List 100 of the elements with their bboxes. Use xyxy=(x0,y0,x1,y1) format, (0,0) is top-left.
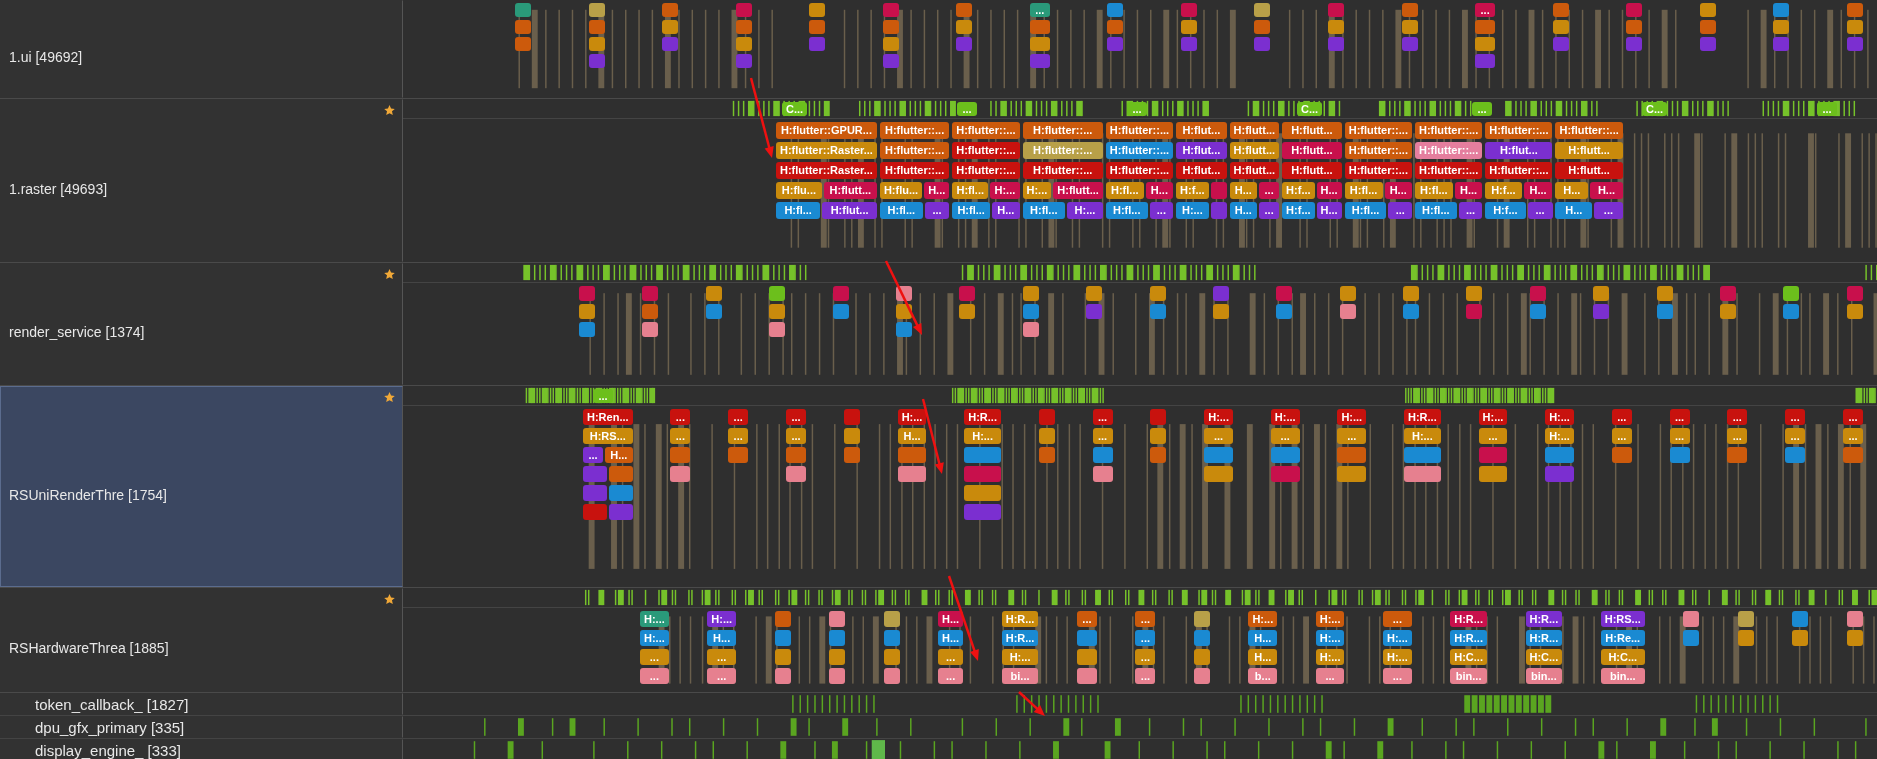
trace-slice[interactable]: H:C... xyxy=(1525,649,1563,665)
trace-slice[interactable]: H:flutt... xyxy=(1229,162,1280,179)
trace-slice[interactable]: ... xyxy=(1383,668,1412,684)
trace-slice[interactable]: H:fl... xyxy=(1414,202,1457,219)
trace-slice[interactable]: ... xyxy=(1817,101,1837,116)
trace-slice[interactable]: H... xyxy=(938,611,964,627)
trace-slice[interactable]: H... xyxy=(1145,182,1174,199)
trace-slice[interactable]: H:fl... xyxy=(1105,202,1148,219)
trace-slice[interactable]: ... xyxy=(924,202,950,219)
trace-slice[interactable]: H:flutter::... xyxy=(1022,162,1103,179)
trace-slice[interactable]: H:flut... xyxy=(1176,122,1227,139)
trace-slice[interactable]: H:flutt... xyxy=(1229,122,1280,139)
trace-slice[interactable]: ... xyxy=(1727,409,1748,425)
trace-slice[interactable]: H:... xyxy=(640,630,669,646)
trace-slice[interactable]: H... xyxy=(1229,182,1258,199)
trace-slice[interactable]: H... xyxy=(1248,649,1278,665)
trace-slice[interactable]: ... xyxy=(1785,409,1806,425)
trace-slice[interactable]: H... xyxy=(605,447,633,463)
trace-slice[interactable]: H:flutter::... xyxy=(1105,142,1174,159)
trace-slice[interactable]: H:flutt... xyxy=(1282,122,1342,139)
track-label[interactable]: 1.raster [49693] xyxy=(0,99,403,262)
trace-slice[interactable]: H:... xyxy=(1478,409,1508,425)
trace-slice[interactable]: H... xyxy=(897,428,927,444)
trace-slice[interactable]: H:R... xyxy=(1525,611,1563,627)
trace-slice[interactable]: H... xyxy=(1523,182,1553,199)
trace-slice[interactable]: H:C... xyxy=(1600,649,1645,665)
trace-slice[interactable]: H:fl... xyxy=(1105,182,1144,199)
trace-slice[interactable]: H:R... xyxy=(1001,611,1039,627)
trace-slice[interactable]: ... xyxy=(1669,428,1690,444)
trace-slice[interactable]: ... xyxy=(1135,668,1156,684)
trace-slice[interactable]: ... xyxy=(1727,428,1748,444)
trace-slice[interactable]: H:... xyxy=(1176,202,1209,219)
trace-slice[interactable]: H:... xyxy=(897,409,927,425)
trace-slice[interactable]: H:flutt... xyxy=(1282,142,1342,159)
trace-slice[interactable]: H:flutter::... xyxy=(952,162,1020,179)
trace-slice[interactable]: H:flutter::... xyxy=(879,162,950,179)
trace-slice[interactable]: H:... xyxy=(1315,630,1345,646)
trace-slice[interactable]: ... xyxy=(1259,182,1280,199)
trace-slice[interactable]: ... xyxy=(1611,428,1632,444)
trace-slice[interactable]: ... xyxy=(1669,409,1690,425)
trace-slice[interactable]: H... xyxy=(1555,202,1593,219)
trace-slice[interactable]: H:f... xyxy=(1485,182,1522,199)
trace-slice[interactable]: H... xyxy=(992,202,1020,219)
trace-slice[interactable]: H... xyxy=(1229,202,1258,219)
trace-slice[interactable]: ... xyxy=(1092,428,1113,444)
trace-slice[interactable]: ... xyxy=(1842,428,1863,444)
trace-slice[interactable]: H:flutter::... xyxy=(1414,142,1483,159)
trace-slice[interactable]: H:flu... xyxy=(776,182,822,199)
trace-slice[interactable]: H:fl... xyxy=(1414,182,1453,199)
trace-slice[interactable]: H:R... xyxy=(1001,630,1039,646)
trace-slice[interactable]: ... xyxy=(1478,428,1508,444)
trace-slice[interactable]: H:flu... xyxy=(879,182,923,199)
trace-slice[interactable]: H... xyxy=(1316,182,1342,199)
trace-slice[interactable]: b... xyxy=(1248,668,1278,684)
trace-slice[interactable]: H:flutter::... xyxy=(1485,122,1553,139)
trace-slice[interactable]: ... xyxy=(1259,202,1280,219)
trace-slice[interactable]: H:C... xyxy=(1450,649,1487,665)
trace-slice[interactable]: ... xyxy=(1388,202,1412,219)
trace-slice[interactable]: ... xyxy=(640,668,669,684)
trace-slice[interactable]: ... xyxy=(1611,409,1632,425)
trace-slice[interactable]: ... xyxy=(786,428,806,444)
trace-slice[interactable]: H:R... xyxy=(1450,611,1487,627)
trace-slice[interactable]: H:flut... xyxy=(1176,162,1227,179)
trace-slice[interactable]: H:... xyxy=(1383,649,1412,665)
trace-slice[interactable]: ... xyxy=(1785,428,1806,444)
trace-slice[interactable]: H:RS... xyxy=(583,428,633,444)
trace-slice[interactable]: H:... xyxy=(1204,409,1233,425)
trace-slice[interactable]: H:... xyxy=(1404,428,1441,444)
trace-slice[interactable]: H:fl... xyxy=(1022,202,1066,219)
track-label[interactable]: render_service [1374] xyxy=(0,263,403,385)
trace-slice[interactable]: H:flutt... xyxy=(1282,162,1342,179)
trace-slice[interactable]: ... xyxy=(1076,611,1097,627)
trace-slice[interactable]: ... xyxy=(1594,202,1623,219)
trace-slice[interactable]: ... xyxy=(640,649,669,665)
trace-slice[interactable]: H:fl... xyxy=(879,202,923,219)
trace-slice[interactable]: H:... xyxy=(1383,630,1412,646)
trace-slice[interactable]: H:fl... xyxy=(1344,182,1383,199)
trace-slice[interactable]: H:flutt... xyxy=(823,182,877,199)
trace-slice[interactable]: H:flutter::... xyxy=(879,122,950,139)
trace-slice[interactable]: H:f... xyxy=(1176,182,1209,199)
trace-slice[interactable]: H:... xyxy=(1270,409,1300,425)
trace-slice[interactable]: H:flutter::... xyxy=(879,142,950,159)
trace-slice[interactable]: H:... xyxy=(707,611,737,627)
trace-slice[interactable]: H:flutter::Raster... xyxy=(776,142,877,159)
trace-slice[interactable]: H:... xyxy=(640,611,669,627)
trace-slice[interactable]: ... xyxy=(1383,611,1412,627)
trace-slice[interactable]: H:flutter::... xyxy=(1344,162,1412,179)
trace-slice[interactable]: H:... xyxy=(1545,428,1574,444)
trace-slice[interactable]: ... xyxy=(957,101,978,116)
trace-slice[interactable]: H:... xyxy=(1545,409,1574,425)
trace-slice[interactable]: ... xyxy=(786,409,806,425)
trace-slice[interactable]: ... xyxy=(1315,668,1345,684)
trace-slice[interactable]: H... xyxy=(938,630,964,646)
trace-slice[interactable]: H:flutter::GPUR... xyxy=(776,122,877,139)
trace-slice[interactable]: H:R... xyxy=(1450,630,1487,646)
trace-slice[interactable]: H:flutt... xyxy=(1555,142,1623,159)
trace-slice[interactable]: H:f... xyxy=(1282,182,1315,199)
trace-slice[interactable]: ... xyxy=(1149,202,1174,219)
track-label[interactable]: display_engine_ [333] xyxy=(0,739,403,759)
trace-slice[interactable]: H:flutter::Raster... xyxy=(776,162,877,179)
